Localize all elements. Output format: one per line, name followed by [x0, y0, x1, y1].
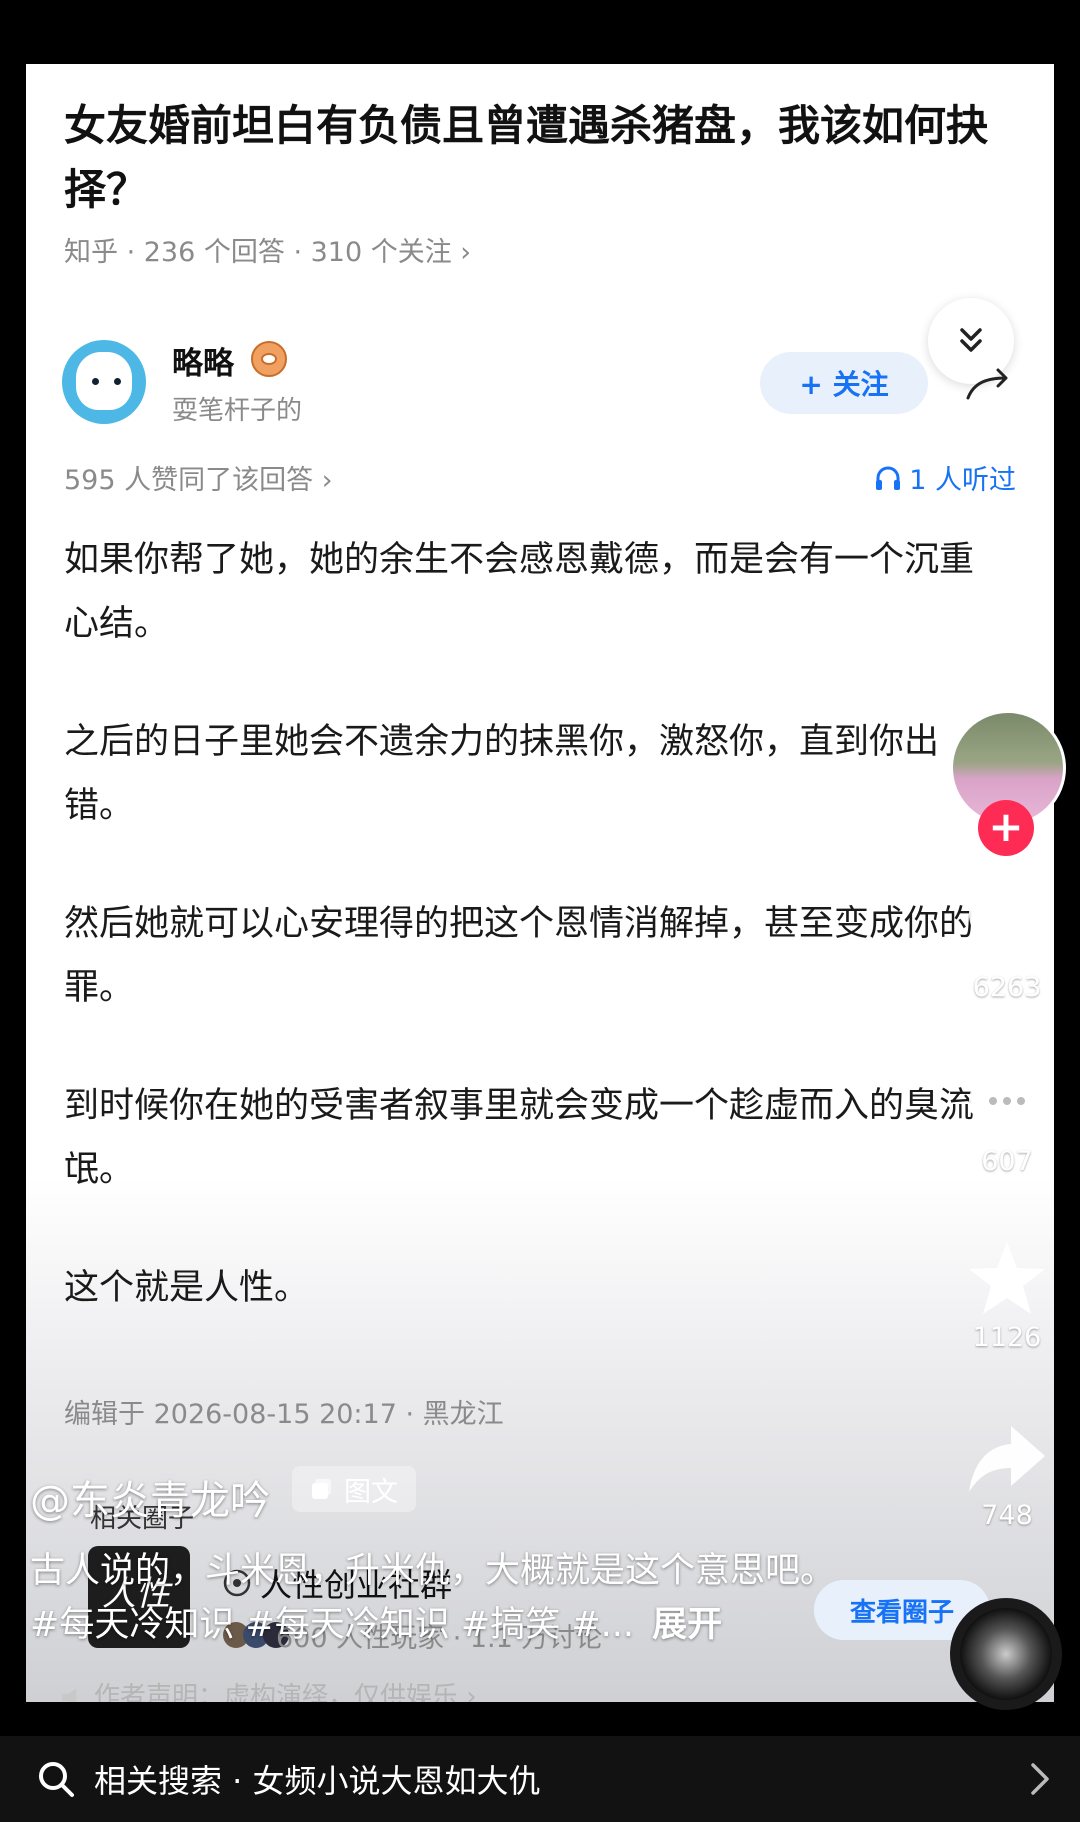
share-icon — [969, 1426, 1045, 1492]
related-search-bar[interactable]: 相关搜索 · 女频小说大恩如大仇 — [0, 1736, 1080, 1822]
heart-icon — [969, 894, 1045, 964]
favorite-count: 1126 — [972, 1322, 1042, 1353]
video-author[interactable]: @东炎青龙吟 — [30, 1468, 270, 1526]
favorite-button[interactable]: 1126 — [950, 1238, 1064, 1353]
answer-body: 如果你帮了她，她的余生不会感恩戴德，而是会有一个沉重心结。 之后的日子里她会不遗… — [64, 528, 1004, 1374]
zhihu-answer-card: 女友婚前坦白有负债且曾遭遇杀猪盘，我该如何抉择？ 知乎 · 236 个回答 · … — [26, 64, 1054, 1702]
question-meta[interactable]: 知乎 · 236 个回答 · 310 个关注 › — [64, 230, 471, 269]
author-name[interactable]: 略略 — [172, 338, 234, 383]
answer-paragraph: 如果你帮了她，她的余生不会感恩戴德，而是会有一个沉重心结。 — [64, 540, 975, 644]
answer-paragraph: 之后的日子里她会不遗余力的抹黑你，激怒你，直到你出错。 — [64, 722, 940, 826]
image-text-icon — [312, 1479, 331, 1499]
chevron-right-icon — [1031, 1763, 1049, 1795]
headphone-icon — [876, 466, 901, 490]
like-count: 6263 — [972, 972, 1042, 1003]
author-badge-icon — [251, 341, 287, 377]
edited-timestamp: 编辑于 2026-08-15 20:17 · 黑龙江 — [64, 1399, 504, 1430]
post-type-label: 图文 — [344, 1476, 398, 1508]
expand-button[interactable]: 展开 — [652, 1605, 722, 1645]
author-disclaimer[interactable]: 作者声明：虚构演绎，仅供娱乐 › — [62, 1676, 477, 1702]
search-icon — [39, 1762, 74, 1797]
share-arrow-icon[interactable] — [964, 364, 1020, 404]
post-type-tag: 图文 — [292, 1466, 416, 1512]
music-disc-icon[interactable] — [950, 1598, 1062, 1710]
video-caption[interactable]: 古人说的，斗米恩，升米仇，大概就是这个意思吧。#每天冷知识 #每天冷知识 #搞笑… — [30, 1544, 850, 1652]
follow-button[interactable]: + 关注 — [760, 352, 928, 414]
share-count: 748 — [981, 1500, 1033, 1531]
author-subtitle: 耍笔杆子的 — [172, 396, 303, 426]
vote-count[interactable]: 595 人赞同了该回答 › — [64, 458, 333, 497]
question-title[interactable]: 女友婚前坦白有负债且曾遭遇杀猪盘，我该如何抉择？ — [64, 94, 1024, 222]
share-button[interactable]: 748 — [950, 1422, 1064, 1531]
like-button[interactable]: 6263 — [950, 890, 1064, 1003]
answer-paragraph: 然后她就可以心安理得的把这个恩情消解掉，甚至变成你的罪。 — [64, 904, 975, 1008]
author-avatar[interactable] — [62, 340, 146, 424]
comment-count: 607 — [981, 1146, 1033, 1177]
answer-paragraph: 这个就是人性。 — [64, 1268, 310, 1308]
listened-label: 1 人听过 — [909, 465, 1016, 496]
disclaimer-label: 作者声明：虚构演绎，仅供娱乐 › — [94, 1682, 477, 1702]
related-search-text: 相关搜索 · 女频小说大恩如大仇 — [94, 1762, 541, 1800]
comment-icon — [969, 1070, 1045, 1138]
follow-plus-icon[interactable]: + — [978, 800, 1034, 856]
comment-button[interactable]: 607 — [950, 1066, 1064, 1177]
answer-paragraph: 到时候你在她的受害者叙事里就会变成一个趁虚而入的臭流氓。 — [64, 1086, 975, 1190]
star-icon — [969, 1242, 1045, 1314]
speaker-icon — [62, 1688, 77, 1702]
listened-count[interactable]: 1 人听过 — [873, 458, 1016, 497]
